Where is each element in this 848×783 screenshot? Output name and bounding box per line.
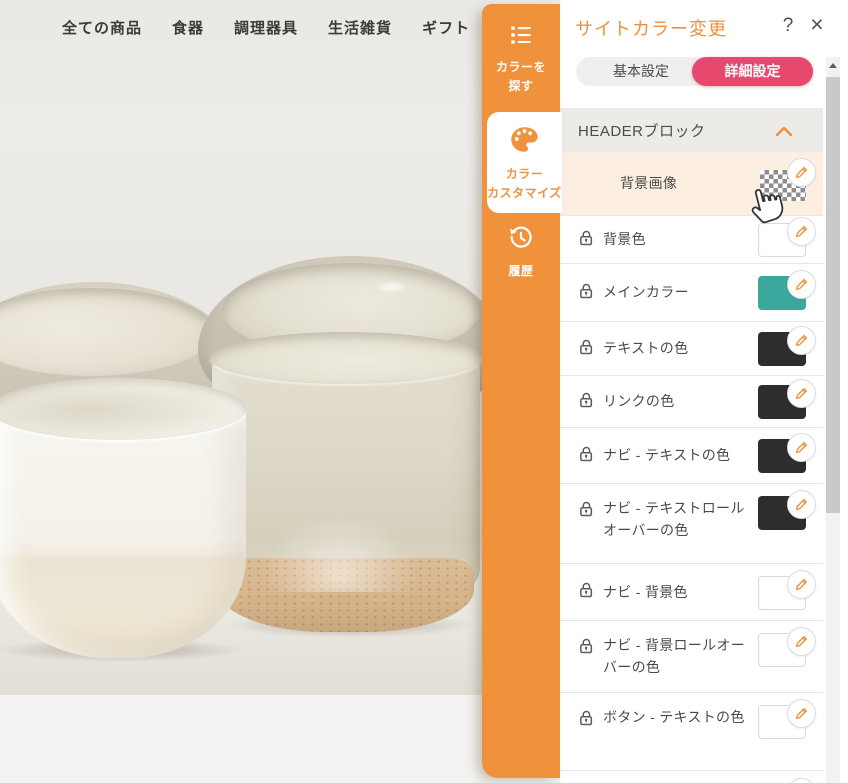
swatch-area bbox=[758, 439, 806, 473]
swatch-area bbox=[758, 705, 806, 739]
color-setting-row: 背景画像 bbox=[560, 152, 823, 215]
chevron-up-icon[interactable] bbox=[775, 124, 793, 136]
edit-pencil-button[interactable] bbox=[787, 490, 816, 519]
swatch-area bbox=[758, 223, 806, 257]
nav-item[interactable]: ギフト bbox=[422, 17, 470, 38]
unlock-icon[interactable] bbox=[578, 229, 596, 252]
color-setting-label: ナビ - 背景色 bbox=[603, 581, 688, 603]
preview-nav-bar: 全ての商品 食器 調理器具 生活雑貨 ギフト bbox=[0, 0, 560, 55]
scrollbar-thumb[interactable] bbox=[826, 77, 840, 513]
edit-pencil-button[interactable] bbox=[787, 627, 816, 656]
swatch-area bbox=[758, 771, 806, 783]
photo-cup-front bbox=[0, 378, 246, 662]
swatch-area bbox=[758, 496, 806, 530]
nav-item[interactable]: 食器 bbox=[172, 17, 204, 38]
unlock-icon[interactable] bbox=[578, 500, 596, 523]
panel-scrollbar[interactable] bbox=[826, 57, 840, 783]
color-setting-row: ナビ - 背景色 bbox=[560, 563, 823, 620]
edit-pencil-button[interactable] bbox=[787, 217, 816, 246]
site-color-panel: サイトカラー変更 ? × 基本設定 詳細設定 HEADERブロック 背景画像背景… bbox=[560, 0, 848, 783]
color-setting-row: ナビ - テキストの色 bbox=[560, 427, 823, 483]
color-setting-row-partial bbox=[560, 770, 823, 783]
bowl-inner bbox=[0, 288, 214, 376]
color-setting-row: ナビ - 背景ロールオーバーの色 bbox=[560, 620, 823, 692]
header-block-section[interactable]: HEADERブロック bbox=[560, 108, 823, 152]
nav-item[interactable]: 全ての商品 bbox=[62, 17, 142, 38]
panel-title: サイトカラー変更 bbox=[575, 15, 727, 41]
unlock-icon[interactable] bbox=[578, 445, 596, 468]
tab-label: 履歴 bbox=[508, 262, 533, 280]
unlock-icon[interactable] bbox=[578, 391, 596, 414]
color-settings-list: HEADERブロック 背景画像背景色メインカラーテキストの色リンクの色ナビ - … bbox=[560, 108, 823, 783]
cup-body bbox=[0, 406, 246, 658]
color-setting-row: リンクの色 bbox=[560, 375, 823, 427]
swatch-area bbox=[758, 385, 806, 419]
swatch-area bbox=[758, 576, 806, 610]
nav-item[interactable]: 調理器具 bbox=[234, 17, 298, 38]
cup-rim bbox=[210, 332, 482, 384]
color-setting-label: 背景色 bbox=[603, 228, 646, 250]
color-setting-label: ボタン - テキストの色 bbox=[603, 706, 745, 728]
color-setting-row: 背景色 bbox=[560, 215, 823, 263]
unlock-icon[interactable] bbox=[578, 709, 596, 732]
color-setting-label: テキストの色 bbox=[603, 337, 688, 359]
unlock-icon[interactable] bbox=[578, 338, 596, 361]
basic-settings-button[interactable]: 基本設定 bbox=[576, 57, 706, 86]
help-button[interactable]: ? bbox=[776, 14, 800, 38]
unlock-icon[interactable] bbox=[578, 282, 596, 305]
unlock-icon[interactable] bbox=[578, 581, 596, 604]
edit-pencil-button[interactable] bbox=[787, 778, 816, 783]
tab-label: カラー bbox=[506, 165, 544, 183]
detail-settings-button-active[interactable]: 詳細設定 bbox=[692, 57, 813, 86]
preview-section-below-hero bbox=[0, 695, 560, 783]
edit-pencil-button[interactable] bbox=[787, 570, 816, 599]
photo-cup-right bbox=[210, 332, 482, 638]
swatch-area bbox=[758, 332, 806, 366]
website-preview: 全ての商品 食器 調理器具 生活雑貨 ギフト bbox=[0, 0, 560, 783]
edit-pencil-button[interactable] bbox=[787, 326, 816, 355]
edit-pencil-button[interactable] bbox=[787, 699, 816, 728]
color-setting-row: メインカラー bbox=[560, 263, 823, 321]
tab-label: カスタマイズ bbox=[487, 184, 562, 202]
nav-item[interactable]: 生活雑貨 bbox=[328, 17, 392, 38]
history-icon bbox=[507, 224, 535, 257]
color-setting-row: ボタン - テキストの色 bbox=[560, 692, 823, 770]
bowl-gleam bbox=[375, 280, 409, 294]
palette-icon bbox=[509, 124, 540, 160]
settings-mode-toggle: 基本設定 詳細設定 bbox=[576, 57, 813, 86]
swatch-area bbox=[758, 170, 806, 204]
edit-pencil-button[interactable] bbox=[787, 158, 816, 187]
color-setting-row: ナビ - テキストロールオーバーの色 bbox=[560, 483, 823, 563]
section-title: HEADERブロック bbox=[578, 120, 706, 141]
cup-gloss bbox=[250, 502, 430, 592]
color-setting-label: ナビ - テキストの色 bbox=[603, 444, 730, 466]
swatch-area bbox=[758, 276, 806, 310]
tab-history[interactable]: 履歴 bbox=[482, 216, 560, 288]
edit-pencil-button[interactable] bbox=[787, 433, 816, 462]
swatch-area bbox=[758, 633, 806, 667]
site-color-editor-screen: 全ての商品 食器 調理器具 生活雑貨 ギフト カラーを 探す bbox=[0, 0, 848, 783]
color-setting-label: ナビ - 背景ロールオーバーの色 bbox=[603, 634, 753, 679]
hero-photo-ceramic-cups: 全ての商品 食器 調理器具 生活雑貨 ギフト bbox=[0, 0, 560, 695]
color-setting-label: 背景画像 bbox=[620, 172, 677, 194]
edit-pencil-button[interactable] bbox=[787, 270, 816, 299]
cup-rim bbox=[0, 378, 246, 440]
color-setting-label: ナビ - テキストロールオーバーの色 bbox=[603, 497, 753, 542]
close-button[interactable]: × bbox=[804, 11, 830, 37]
edit-pencil-button[interactable] bbox=[787, 379, 816, 408]
tab-label: 探す bbox=[508, 77, 533, 95]
unlock-icon[interactable] bbox=[578, 637, 596, 660]
tab-label: カラーを bbox=[496, 58, 546, 76]
color-setting-row: テキストの色 bbox=[560, 321, 823, 375]
tab-find-color[interactable]: カラーを 探す bbox=[482, 10, 560, 106]
scrollbar-up-arrow[interactable] bbox=[826, 57, 840, 73]
tab-color-customize-active[interactable]: カラー カスタマイズ bbox=[487, 112, 562, 213]
list-icon bbox=[508, 22, 534, 53]
color-setting-label: リンクの色 bbox=[603, 390, 675, 412]
color-setting-label: メインカラー bbox=[603, 281, 689, 303]
editor-tab-strip: カラーを 探す カラー カスタマイズ bbox=[482, 4, 560, 778]
